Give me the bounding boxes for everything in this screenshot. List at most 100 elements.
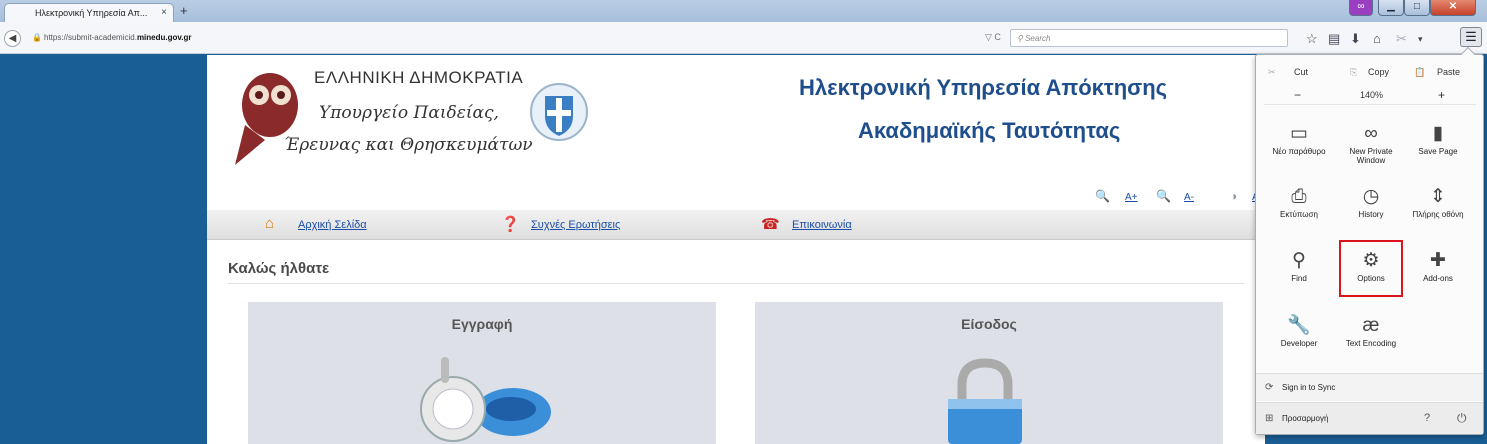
url-bar[interactable]: https://submit-academicid.minedu.gov.gr bbox=[44, 33, 191, 42]
nav-home-link[interactable]: Αρχική Σελίδα bbox=[298, 219, 367, 231]
hamburger-menu-button[interactable]: ☰ bbox=[1460, 27, 1482, 47]
history-button[interactable]: ◷ History bbox=[1341, 184, 1401, 219]
nav-faq-link[interactable]: Συχνές Ερωτήσεις bbox=[531, 219, 620, 231]
help-icon[interactable]: ? bbox=[1424, 412, 1430, 424]
ministry-name-line2: Έρευνας και Θρησκευμάτων bbox=[284, 135, 533, 155]
printer-icon: ⎙ bbox=[1291, 186, 1307, 207]
title-bar: Ηλεκτρονική Υπηρεσία Απ... × + ∞ ▁ □ ✕ bbox=[0, 0, 1487, 22]
scissors-icon: ✂ bbox=[1268, 67, 1276, 77]
page-icon: ▮ bbox=[1432, 123, 1444, 144]
addons-label: Add-ons bbox=[1423, 274, 1453, 283]
sync-label: Sign in to Sync bbox=[1282, 383, 1336, 392]
developer-label: Developer bbox=[1280, 339, 1318, 348]
customize-bar: ⊞ Προσαρμογή ? ⏻ bbox=[1256, 402, 1483, 434]
paste-icon: 📋 bbox=[1414, 67, 1426, 77]
private-window-label: New Private Window bbox=[1349, 147, 1393, 165]
navigation-bar: ◀ 🔒 https://submit-academicid.minedu.gov… bbox=[0, 22, 1487, 54]
zoom-out-button[interactable]: − bbox=[1294, 88, 1301, 102]
search-placeholder: Search bbox=[1025, 34, 1051, 43]
new-tab-button[interactable]: + bbox=[180, 3, 188, 18]
register-title: Εγγραφή bbox=[451, 316, 513, 332]
customize-button[interactable]: Προσαρμογή bbox=[1282, 414, 1328, 423]
register-panel[interactable]: Εγγραφή bbox=[248, 302, 716, 444]
ministry-name-line1: Υπουργείο Παιδείας, bbox=[319, 103, 499, 123]
home-icon[interactable]: ⌂ bbox=[1373, 31, 1381, 46]
login-title: Είσοδος bbox=[961, 316, 1017, 332]
edit-controls: ✂ Cut ⎘ Copy 📋 Paste bbox=[1264, 63, 1476, 81]
pocket-icon[interactable]: ✂ bbox=[1396, 31, 1407, 47]
site-menu-bar: ⌂ Αρχική Σελίδα ❓ Συχνές Ερωτήσεις ☎ Επι… bbox=[207, 210, 1265, 240]
print-label: Εκτύπωση bbox=[1280, 210, 1318, 219]
url-prefix: https://submit-academicid. bbox=[44, 33, 137, 42]
new-window-label: Νέο παράθυρο bbox=[1272, 147, 1326, 156]
history-label: History bbox=[1358, 210, 1384, 219]
reload-icon[interactable]: ▽ C bbox=[985, 32, 1001, 43]
fullscreen-icon: ⇕ bbox=[1430, 186, 1446, 207]
zoom-level[interactable]: 140% bbox=[1360, 90, 1383, 100]
save-page-button[interactable]: ▮ Save Page bbox=[1408, 121, 1468, 156]
options-highlight-box bbox=[1339, 240, 1403, 297]
private-window-button[interactable]: ∞ New Private Window bbox=[1341, 121, 1401, 165]
addons-button[interactable]: ✚ Add-ons bbox=[1408, 248, 1468, 283]
fullscreen-button[interactable]: ⇕ Πλήρης οθόνη bbox=[1408, 184, 1468, 219]
magnifier-icon: ⚲ bbox=[1292, 250, 1306, 271]
search-input[interactable]: ⚲ Search bbox=[1010, 29, 1288, 47]
window-icon: ▭ bbox=[1290, 123, 1308, 144]
chevron-down-icon[interactable]: ▾ bbox=[1418, 34, 1423, 45]
plus-square-icon: ⊞ bbox=[1265, 413, 1274, 424]
paste-button[interactable]: Paste bbox=[1437, 67, 1460, 77]
encoding-icon: æ bbox=[1362, 315, 1380, 336]
clock-icon: ◷ bbox=[1362, 186, 1380, 207]
browser-tab[interactable]: Ηλεκτρονική Υπηρεσία Απ... × bbox=[4, 3, 174, 22]
text-encoding-button[interactable]: æ Text Encoding bbox=[1341, 313, 1401, 348]
key-icon bbox=[420, 357, 551, 442]
magnifier-plus-icon: 🔍 bbox=[1095, 189, 1110, 203]
nav-contact-link[interactable]: Επικοινωνία bbox=[792, 219, 852, 231]
private-mask-icon: ∞ bbox=[1349, 0, 1373, 16]
new-window-button[interactable]: ▭ Νέο παράθυρο bbox=[1269, 121, 1329, 156]
cut-button[interactable]: Cut bbox=[1294, 67, 1308, 77]
power-icon[interactable]: ⏻ bbox=[1457, 411, 1467, 426]
bookmark-star-icon[interactable]: ☆ bbox=[1306, 31, 1318, 47]
search-icon: ⚲ bbox=[1017, 34, 1026, 43]
mask-icon: ∞ bbox=[1364, 123, 1378, 144]
save-page-label: Save Page bbox=[1418, 147, 1458, 156]
font-increase-link[interactable]: A+ bbox=[1125, 192, 1138, 203]
copy-button[interactable]: Copy bbox=[1368, 67, 1389, 77]
print-button[interactable]: ⎙ Εκτύπωση bbox=[1269, 184, 1329, 219]
wrench-icon: 🔧 bbox=[1287, 315, 1311, 336]
padlock-icon bbox=[948, 358, 1022, 444]
developer-button[interactable]: 🔧 Developer bbox=[1269, 313, 1329, 348]
tab-title: Ηλεκτρονική Υπηρεσία Απ... bbox=[35, 8, 148, 18]
lock-icon: 🔒 bbox=[32, 33, 42, 42]
bookmarks-list-icon[interactable]: ▤ bbox=[1328, 31, 1340, 47]
fullscreen-label: Πλήρης οθόνη bbox=[1412, 210, 1464, 219]
greek-emblem-icon bbox=[530, 83, 588, 141]
zoom-in-button[interactable]: + bbox=[1438, 88, 1445, 102]
home-icon: ⌂ bbox=[265, 215, 275, 232]
web-page: ΕΛΛΗΝΙΚΗ ΔΗΜΟΚΡΑΤΙΑ Υπουργείο Παιδείας, … bbox=[207, 55, 1265, 444]
font-decrease-link[interactable]: A- bbox=[1184, 192, 1194, 203]
tab-close-icon[interactable]: × bbox=[161, 7, 167, 18]
magnifier-minus-icon: 🔍 bbox=[1156, 189, 1171, 203]
contrast-icon: ◑ bbox=[1230, 189, 1238, 203]
puzzle-icon: ✚ bbox=[1430, 250, 1446, 271]
government-name: ΕΛΛΗΝΙΚΗ ΔΗΜΟΚΡΑΤΙΑ bbox=[314, 68, 524, 87]
url-domain: minedu.gov.gr bbox=[136, 33, 192, 42]
zoom-controls: − 140% + bbox=[1264, 87, 1476, 105]
divider bbox=[228, 283, 1244, 284]
text-encoding-label: Text Encoding bbox=[1345, 339, 1397, 348]
close-window-button[interactable]: ✕ bbox=[1430, 0, 1476, 16]
phone-icon: ☎ bbox=[761, 216, 780, 233]
copy-icon: ⎘ bbox=[1350, 67, 1358, 77]
service-title-line2: Ακαδημαϊκής Ταυτότητας bbox=[858, 118, 1121, 143]
downloads-icon[interactable]: ⬇ bbox=[1350, 31, 1361, 47]
find-label: Find bbox=[1291, 274, 1307, 283]
sign-in-sync-button[interactable]: ⟳ Sign in to Sync bbox=[1256, 373, 1483, 401]
maximize-button[interactable]: □ bbox=[1404, 0, 1430, 16]
minimize-button[interactable]: ▁ bbox=[1378, 0, 1404, 16]
find-button[interactable]: ⚲ Find bbox=[1269, 248, 1329, 283]
login-panel[interactable]: Είσοδος bbox=[755, 302, 1223, 444]
back-button[interactable]: ◀ bbox=[4, 30, 21, 47]
question-icon: ❓ bbox=[501, 216, 520, 233]
